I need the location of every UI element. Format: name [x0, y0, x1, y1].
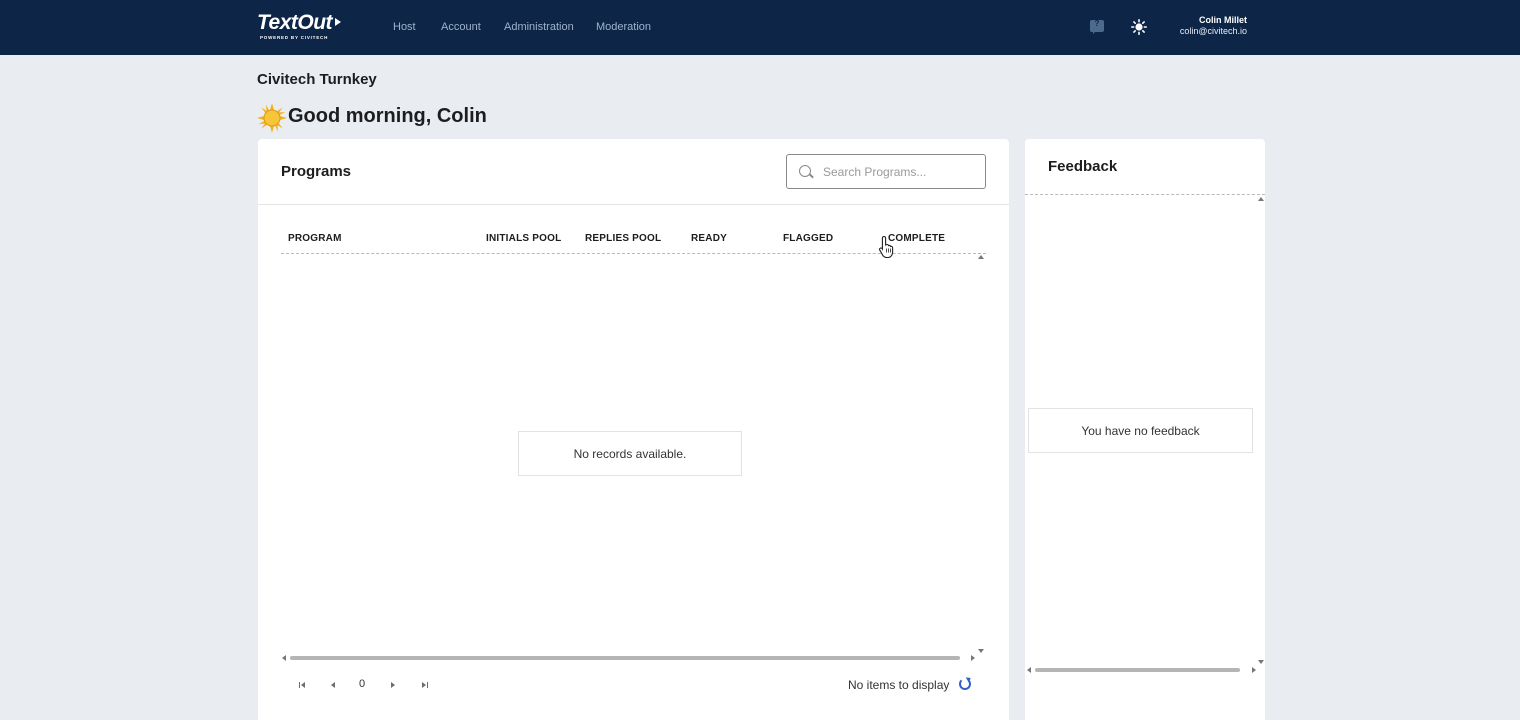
feedback-panel: Feedback You have no feedback	[1025, 139, 1265, 720]
logo-tagline: POWERED BY CIVITECH	[260, 35, 329, 40]
logo-arrow-icon	[335, 18, 342, 26]
nav-moderation[interactable]: Moderation	[596, 20, 651, 34]
horizontal-scrollbar[interactable]	[290, 656, 960, 660]
feedback-scroll-left-arrow-icon[interactable]	[1027, 667, 1031, 673]
column-header-program[interactable]: PROGRAM	[288, 233, 342, 244]
next-page-icon	[391, 682, 395, 688]
logo-text: TextOut	[257, 11, 333, 34]
previous-page-icon	[331, 682, 335, 688]
top-navigation-bar: TextOut POWERED BY CIVITECH Host Account…	[0, 0, 1520, 55]
previous-page-button[interactable]	[327, 678, 341, 692]
user-menu[interactable]: Colin Millet colin@civitech.io	[1180, 15, 1247, 37]
programs-search-box[interactable]	[786, 154, 986, 189]
feedback-horizontal-scrollbar[interactable]	[1035, 668, 1240, 672]
user-email: colin@civitech.io	[1179, 26, 1247, 36]
current-page-number: 0	[359, 678, 366, 690]
refresh-icon[interactable]	[959, 678, 971, 690]
pager-status: No items to display	[848, 678, 950, 692]
column-header-initials-pool[interactable]: INITIALS POOL	[486, 233, 561, 244]
first-page-icon	[301, 682, 305, 688]
scroll-down-arrow-icon[interactable]	[978, 649, 984, 653]
programs-search-input[interactable]	[823, 163, 978, 181]
column-header-ready[interactable]: READY	[691, 233, 727, 244]
feedback-header-divider	[1025, 194, 1265, 195]
nav-administration[interactable]: Administration	[504, 20, 574, 34]
feedback-empty-message: You have no feedback	[1028, 408, 1253, 453]
column-header-complete[interactable]: COMPLETE	[888, 233, 945, 244]
hand-pointer-cursor-icon	[879, 235, 894, 259]
panel-header-divider	[258, 204, 1009, 205]
theme-toggle-sun-icon[interactable]	[1131, 19, 1147, 35]
organization-name: Civitech Turnkey	[257, 71, 377, 88]
scroll-right-arrow-icon[interactable]	[971, 655, 975, 661]
programs-title: Programs	[281, 163, 352, 180]
feedback-scroll-down-arrow-icon[interactable]	[1258, 660, 1264, 664]
last-page-button[interactable]	[418, 678, 432, 692]
user-name: Colin Millet	[1199, 15, 1247, 25]
feedback-scroll-right-arrow-icon[interactable]	[1252, 667, 1256, 673]
first-page-button[interactable]	[296, 678, 310, 692]
feedback-scroll-up-arrow-icon[interactable]	[1258, 197, 1264, 201]
empty-table-message: No records available.	[518, 431, 742, 476]
nav-host[interactable]: Host	[393, 20, 416, 34]
sun-greeting-icon	[257, 103, 287, 133]
last-page-icon	[422, 682, 426, 688]
column-header-replies-pool[interactable]: REPLIES POOL	[585, 233, 661, 244]
search-icon	[799, 165, 811, 177]
next-page-button[interactable]	[387, 678, 401, 692]
programs-panel: Programs PROGRAM INITIALS POOL REPLIES P…	[258, 139, 1009, 720]
feedback-title: Feedback	[1048, 158, 1118, 175]
greeting-heading: Good morning, Colin	[288, 105, 487, 127]
help-icon[interactable]	[1090, 19, 1104, 34]
nav-account[interactable]: Account	[441, 20, 481, 34]
scroll-up-arrow-icon[interactable]	[978, 255, 984, 259]
column-header-flagged[interactable]: FLAGGED	[783, 233, 833, 244]
scroll-left-arrow-icon[interactable]	[282, 655, 286, 661]
textout-logo[interactable]: TextOut POWERED BY CIVITECH	[257, 12, 349, 42]
